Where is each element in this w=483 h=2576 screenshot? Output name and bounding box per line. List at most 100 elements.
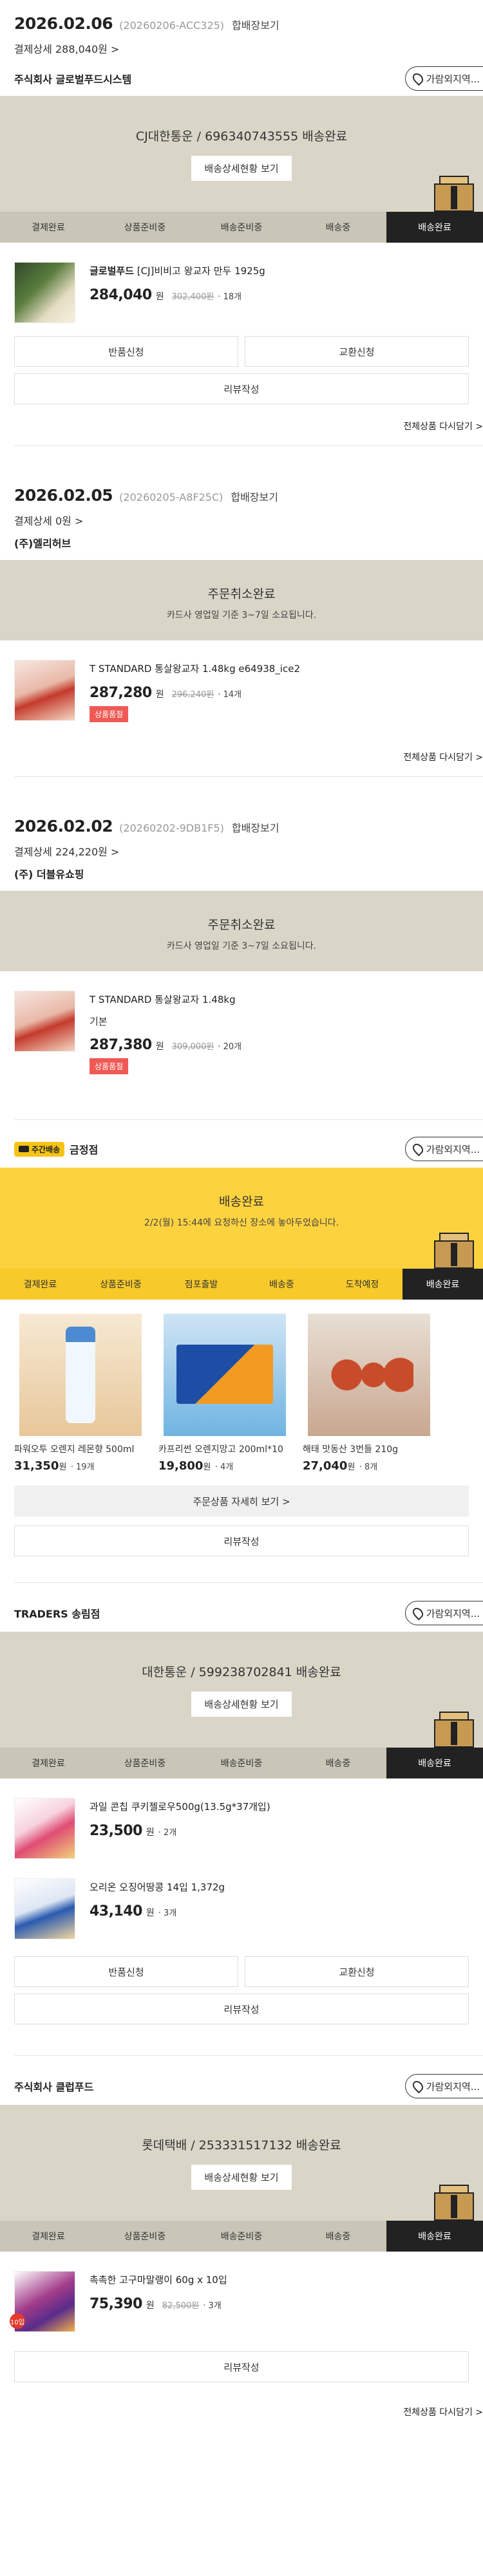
delivery-status-title: 대한통운 / 599238702841 배송완료 (142, 1665, 341, 1679)
step-paid: 결제완료 (32, 1759, 65, 1769)
traders-order-card: TRADERS 송림점 가람외지역... › 대한통운 / 5992387028… (0, 1583, 483, 2056)
cancel-status-subtitle: 카드사 영업일 기준 3~7일 소요됩니다. (166, 941, 317, 951)
tracking-detail-button[interactable]: 배송상세현황 보기 (191, 1692, 292, 1717)
weekly-delivery-label: 주간배송 (32, 1144, 61, 1154)
product-quantity: · 4개 (214, 1462, 234, 1472)
payment-detail-link[interactable]: 결제상세 0원 > (14, 512, 470, 528)
step-paid: 결제완료 (32, 2232, 65, 2242)
truck-icon (19, 1146, 29, 1152)
clubfood-order-card: 주식회사 클럽푸드 가람외지역... › 롯데택배 / 253331517132… (0, 2056, 483, 2431)
step-shipping: 배송중 (269, 1280, 294, 1290)
rebuy-all-link[interactable]: 전체상품 다시담기 > (0, 2382, 483, 2431)
tracking-detail-button[interactable]: 배송상세현황 보기 (191, 156, 292, 181)
soldout-badge: 상품품절 (90, 1058, 129, 1074)
product-name: 촉촉한 고구마말랭이 60g x 10입 (90, 2274, 227, 2286)
product-thumbnail[interactable] (14, 262, 75, 323)
rebuy-all-link[interactable]: 전체상품 다시담기 > (0, 735, 483, 776)
combined-view-link[interactable]: 합배장보기 (231, 489, 278, 504)
product-quantity: · 3개 (158, 1909, 177, 1918)
order-header: 2026.02.05 (20260205-A8F25C) 합배장보기 결제상세 … (0, 472, 483, 528)
rebuy-all-link[interactable]: 전체상품 다시담기 > (0, 404, 483, 445)
product-name: T STANDARD 통살왕교자 1.48kg (90, 994, 236, 1005)
product-item[interactable]: 과일 콘칩 쿠키젤로우500g(13.5g*37개입) 23,500 원 · 2… (0, 1778, 483, 1872)
return-request-button[interactable]: 반품신청 (14, 336, 238, 367)
delivery-status-title: CJ대한통운 / 696340743555 배송완료 (135, 129, 348, 144)
step-delivered: 배송완료 (386, 212, 483, 243)
write-review-button[interactable]: 리뷰작성 (14, 1993, 469, 2024)
payment-detail-link[interactable]: 결제상세 288,040원 > (14, 41, 470, 56)
package-box-icon (434, 2183, 474, 2221)
step-delivered: 배송완료 (402, 1269, 483, 1300)
step-paid: 결제완료 (23, 1280, 57, 1290)
product-item[interactable]: 글로벌푸드 [CJ]비비고 왕교자 만두 1925g 284,040 원 302… (0, 243, 483, 336)
product-name: T STANDARD 통살왕교자 1.48kg e64938_ice2 (90, 663, 300, 675)
product-card[interactable]: 파워오투 오렌지 레몬향 500ml 31,350원 · 19개 (14, 1314, 147, 1473)
write-review-button[interactable]: 리뷰작성 (14, 1526, 469, 1556)
count-badge: 10입 (10, 2313, 25, 2329)
payment-detail-link[interactable]: 결제상세 224,220원 > (14, 843, 470, 859)
product-title: [CJ]비비고 왕교자 만두 1925g (137, 265, 265, 277)
product-thumbnail[interactable] (14, 660, 75, 721)
product-item[interactable]: 10입 촉촉한 고구마말랭이 60g x 10입 75,390 원 82,500… (0, 2252, 483, 2345)
product-card[interactable]: 카프리썬 오렌지망고 200ml*10 19,800원 · 4개 (158, 1314, 291, 1473)
product-thumbnail[interactable] (308, 1314, 430, 1436)
step-shipping: 배송중 (325, 2232, 351, 2242)
product-thumbnail[interactable] (14, 1878, 75, 1939)
cancel-status-box: 주문취소완료 카드사 영업일 기준 3~7일 소요됩니다. (0, 560, 483, 640)
exchange-request-button[interactable]: 교환신청 (245, 336, 469, 367)
currency-unit: 원 (59, 1462, 67, 1472)
combined-view-link[interactable]: 합배장보기 (232, 17, 279, 32)
return-request-button[interactable]: 반품신청 (14, 1956, 238, 1987)
product-price: 284,040 (90, 287, 152, 303)
product-quantity: · 18개 (218, 292, 242, 302)
product-item[interactable]: T STANDARD 통살왕교자 1.48kg 기본 287,380 원 309… (0, 971, 483, 1087)
original-price: 296,240원 (171, 690, 214, 700)
order-detail-button[interactable]: 주문상품 자세히 보기 > (14, 1486, 469, 1517)
order-date: 2026.02.05 (14, 486, 113, 505)
store-select-button[interactable]: 가람외지역... › (404, 1137, 483, 1161)
step-paid: 결제완료 (32, 223, 65, 233)
product-quantity: · 19개 (70, 1462, 95, 1472)
store-select-label: 가람외지역... (426, 2080, 480, 2093)
product-brand: 글로벌푸드 (90, 265, 135, 277)
product-thumbnail[interactable]: 10입 (10, 2271, 75, 2332)
write-review-button[interactable]: 리뷰작성 (14, 373, 469, 404)
product-name: 과일 콘칩 쿠키젤로우500g(13.5g*37개입) (90, 1801, 270, 1813)
seller-row: (주) 더블유쇼핑 (0, 859, 483, 891)
product-price: 19,800 (158, 1459, 204, 1473)
product-name: 카프리썬 오렌지망고 200ml*10 (158, 1444, 283, 1455)
delivery-steps: 결제완료 상품준비중 배송준비중 배송중 배송완료 (0, 1748, 483, 1778)
cancel-status-subtitle: 카드사 영업일 기준 3~7일 소요됩니다. (166, 610, 317, 621)
store-select-button[interactable]: 가람외지역... › (404, 66, 483, 91)
write-review-button[interactable]: 리뷰작성 (14, 2351, 469, 2382)
product-thumbnail[interactable] (14, 991, 75, 1052)
product-thumbnail[interactable] (14, 1798, 75, 1859)
seller-row: (주)엘리허브 (0, 528, 483, 560)
order-header: 2026.02.06 (20260206-ACC325) 합배장보기 결제상세 … (0, 0, 483, 56)
package-box-icon (434, 1710, 474, 1748)
package-box-icon (434, 174, 474, 212)
cancel-status-box: 주문취소완료 카드사 영업일 기준 3~7일 소요됩니다. (0, 891, 483, 971)
product-thumbnail[interactable] (19, 1314, 142, 1436)
cancel-status-title: 주문취소완료 (207, 918, 276, 932)
combined-view-link[interactable]: 합배장보기 (232, 819, 279, 835)
exchange-request-button[interactable]: 교환신청 (245, 1956, 469, 1987)
product-card[interactable]: 해태 맛동산 3번들 210g 27,040원 · 8개 (303, 1314, 435, 1473)
order-number: (20260205-A8F25C) (119, 491, 223, 503)
product-item[interactable]: T STANDARD 통살왕교자 1.48kg e64938_ice2 287,… (0, 640, 483, 735)
product-thumbnail[interactable] (164, 1314, 286, 1436)
delivery-status-box: 배송완료 2/2(월) 15:44에 요청하신 장소에 놓아두었습니다. 결제완… (0, 1168, 483, 1300)
product-quantity: · 20개 (218, 1042, 242, 1052)
order-number: (20260206-ACC325) (119, 19, 225, 32)
product-item[interactable]: 오리온 오징어땅콩 14입 1,372g 43,140 원 · 3개 (0, 1872, 483, 1952)
tracking-detail-button[interactable]: 배송상세현황 보기 (191, 2165, 292, 2190)
product-name: 오리온 오징어땅콩 14입 1,372g (90, 1881, 225, 1893)
store-select-button[interactable]: 가람외지역... › (404, 2074, 483, 2098)
weekly-delivery-badge: 주간배송 (14, 1141, 65, 1157)
store-select-button[interactable]: 가람외지역... › (404, 1601, 483, 1625)
product-carousel[interactable]: 파워오투 오렌지 레몬향 500ml 31,350원 · 19개 카프리썬 오렌… (0, 1300, 483, 1473)
product-price: 31,350 (14, 1459, 59, 1473)
location-pin-icon (410, 2078, 426, 2094)
seller-name: (주) 더블유쇼핑 (14, 868, 84, 881)
product-price: 23,500 (90, 1823, 142, 1839)
